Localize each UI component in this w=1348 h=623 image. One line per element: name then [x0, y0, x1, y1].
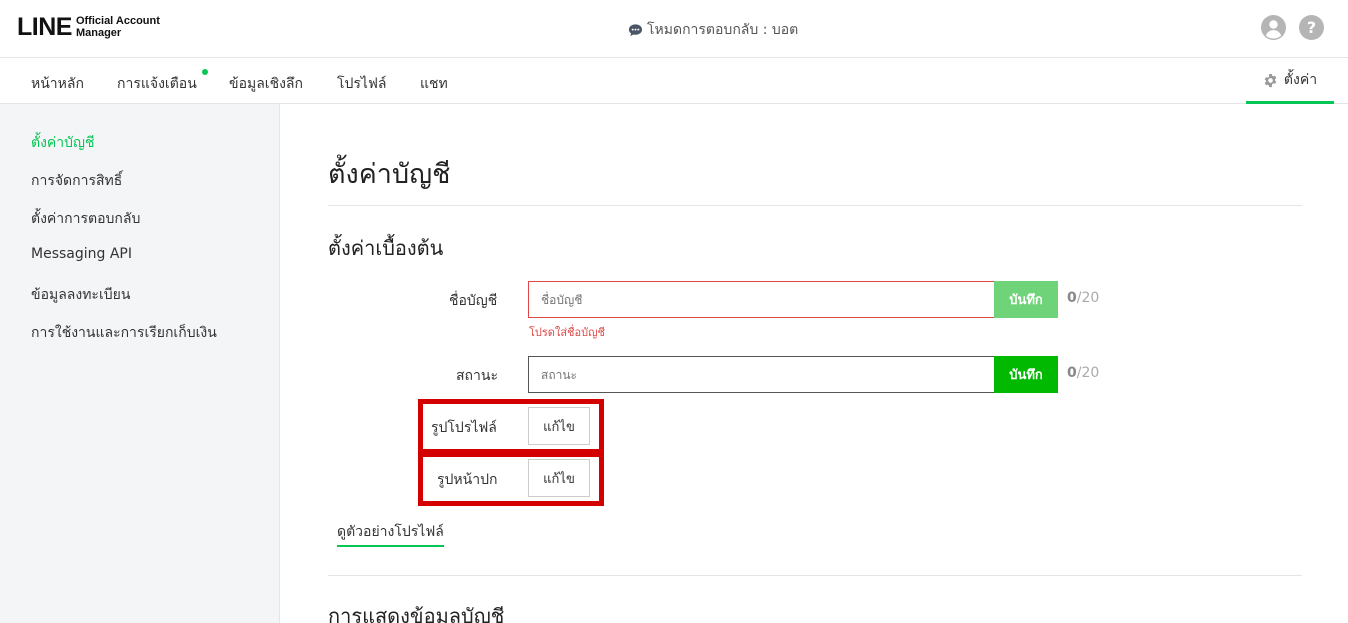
page-title: ตั้งค่าบัญชี — [328, 159, 451, 190]
help-glyph: ? — [1306, 18, 1317, 37]
nav-settings-label: ตั้งค่า — [1283, 72, 1318, 88]
nav-notifications[interactable]: การแจ้งเตือน — [117, 73, 197, 95]
status-input[interactable] — [528, 356, 995, 393]
user-icon — [1265, 20, 1282, 39]
cover-image-label: รูปหน้าปก — [437, 472, 498, 488]
profile-image-edit-button[interactable]: แก้ไข — [528, 407, 590, 445]
cover-image-edit-button[interactable]: แก้ไข — [528, 459, 590, 497]
section-account-display: การแสดงข้อมูลบัญชี — [328, 604, 505, 623]
account-name-char-counter: 0/20 — [1067, 290, 1099, 306]
sidebar-item-usage-billing[interactable]: การใช้งานและการเรียกเก็บเงิน — [31, 322, 217, 344]
sidebar-item-permissions[interactable]: การจัดการสิทธิ์ — [31, 170, 122, 192]
profile-image-label: รูปโปรไฟล์ — [431, 420, 497, 436]
sidebar-item-account-settings[interactable]: ตั้งค่าบัญชี — [31, 132, 94, 154]
nav-settings[interactable]: ตั้งค่า — [1246, 59, 1334, 104]
section-divider — [328, 575, 1302, 576]
preview-profile-link[interactable]: ดูตัวอย่างโปรไฟล์ — [337, 521, 444, 547]
account-name-input[interactable] — [528, 281, 995, 318]
response-mode-indicator: โหมดการตอบกลับ : บอต — [628, 19, 798, 41]
main-nav: หน้าหลัก การแจ้งเตือน ข้อมูลเชิงลึก โปรไ… — [0, 59, 1348, 104]
nav-home[interactable]: หน้าหลัก — [31, 73, 84, 95]
line-oa-manager-logo[interactable]: LINE Official Account Manager — [17, 14, 160, 40]
status-save-button[interactable]: บันทึก — [994, 356, 1058, 393]
sidebar-item-messaging-api[interactable]: Messaging API — [31, 246, 132, 262]
status-label: สถานะ — [456, 368, 498, 384]
account-name-label: ชื่อบัญชี — [449, 293, 498, 309]
sidebar-item-response-settings[interactable]: ตั้งค่าการตอบกลับ — [31, 208, 140, 230]
chat-bubble-icon — [628, 23, 643, 36]
account-name-char-max: /20 — [1076, 290, 1100, 306]
gear-icon — [1264, 73, 1277, 87]
account-name-save-button[interactable]: บันทึก — [994, 281, 1058, 318]
logo-wordmark: LINE — [17, 13, 72, 41]
notification-dot — [202, 69, 208, 75]
nav-chat[interactable]: แชท — [420, 73, 448, 95]
nav-insights[interactable]: ข้อมูลเชิงลึก — [229, 73, 303, 95]
title-divider — [328, 205, 1302, 206]
account-avatar-icon[interactable] — [1261, 15, 1286, 40]
logo-subtitle: Official Account Manager — [76, 15, 160, 39]
top-header: LINE Official Account Manager โหมดการตอบ… — [0, 0, 1348, 58]
status-char-max: /20 — [1076, 365, 1100, 381]
section-basic-settings: ตั้งค่าเบื้องต้น — [328, 236, 444, 260]
logo-subtitle-line-1: Official Account — [75, 15, 160, 27]
sidebar-item-registration-info[interactable]: ข้อมูลลงทะเบียน — [31, 284, 130, 306]
settings-sidebar: ตั้งค่าบัญชี การจัดการสิทธิ์ ตั้งค่าการต… — [0, 104, 280, 623]
nav-profile[interactable]: โปรไฟล์ — [337, 73, 386, 95]
status-char-count: 0 — [1067, 365, 1077, 381]
account-name-error: โปรดใส่ชื่อบัญชี — [529, 326, 605, 339]
status-char-counter: 0/20 — [1067, 365, 1099, 381]
help-icon[interactable]: ? — [1299, 15, 1324, 40]
account-name-char-count: 0 — [1067, 290, 1077, 306]
response-mode-text: โหมดการตอบกลับ : บอต — [647, 22, 799, 38]
logo-subtitle-line-2: Manager — [75, 27, 122, 39]
